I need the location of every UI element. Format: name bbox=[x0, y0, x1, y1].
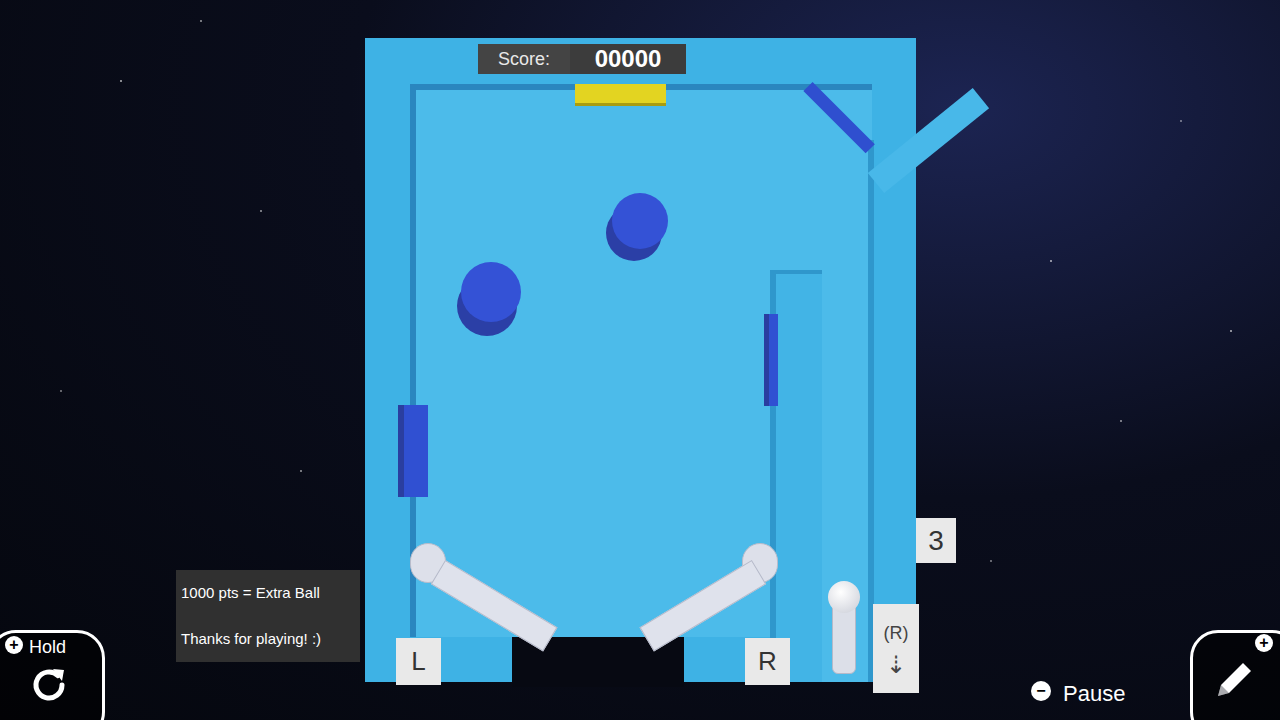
target bbox=[575, 84, 666, 103]
star bbox=[60, 390, 62, 392]
plus-icon: + bbox=[1255, 634, 1273, 652]
pencil-icon bbox=[1210, 656, 1258, 704]
star bbox=[120, 80, 122, 82]
balls-left: 3 bbox=[916, 518, 956, 563]
reset-icon bbox=[28, 665, 72, 705]
star bbox=[300, 470, 302, 472]
right-key-label: R bbox=[745, 638, 790, 685]
ball bbox=[828, 581, 860, 613]
star bbox=[1180, 120, 1182, 122]
game-screen: Score: 00000 3 L R (R) ⇣ 1000 pts = Extr… bbox=[0, 0, 1280, 720]
left-kicker bbox=[398, 405, 428, 497]
hold-label: Hold bbox=[29, 634, 66, 661]
star bbox=[1050, 260, 1052, 262]
info-line: 1000 pts = Extra Ball bbox=[181, 582, 355, 605]
star bbox=[200, 20, 202, 22]
down-arrow-icon: ⇣ bbox=[886, 653, 906, 677]
bumper bbox=[461, 262, 521, 322]
launch-key: (R) bbox=[884, 620, 909, 647]
right-wall bbox=[868, 140, 874, 682]
pause-icon: − bbox=[1031, 681, 1051, 701]
pause-label[interactable]: Pause bbox=[1063, 677, 1125, 710]
star bbox=[990, 560, 992, 562]
star bbox=[1230, 330, 1232, 332]
score-label: Score: bbox=[478, 44, 570, 74]
left-key-label: L bbox=[396, 638, 441, 685]
info-line: Thanks for playing! :) bbox=[181, 628, 355, 651]
star bbox=[260, 210, 262, 212]
plus-icon: + bbox=[5, 636, 23, 654]
score-bar: Score: 00000 bbox=[478, 44, 686, 74]
bumper bbox=[612, 193, 668, 249]
star bbox=[1120, 420, 1122, 422]
right-kicker bbox=[764, 314, 778, 406]
launch-hint: (R) ⇣ bbox=[873, 604, 919, 693]
info-panel: 1000 pts = Extra Ball Thanks for playing… bbox=[176, 570, 360, 662]
score-value: 00000 bbox=[570, 44, 686, 74]
